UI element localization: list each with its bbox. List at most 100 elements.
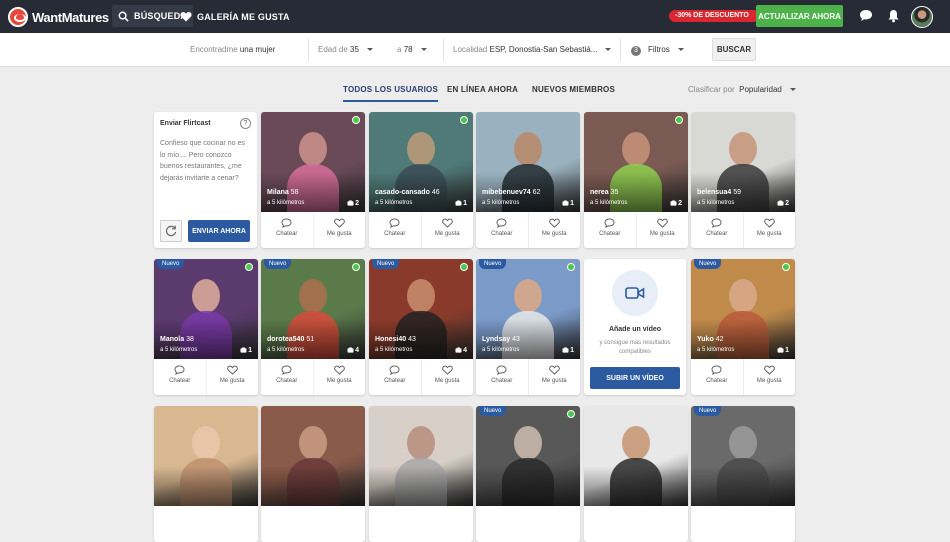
like-button[interactable]: Me gusta <box>205 359 259 395</box>
like-button[interactable]: Me gusta <box>742 359 796 395</box>
video-icon-circle <box>612 270 658 316</box>
profile-card[interactable]: Nuevo Yuko 42 a 5 kilómetros 1 Chatear Me gus… <box>691 259 795 395</box>
like-button[interactable]: Me gusta <box>742 212 796 248</box>
profile-photo[interactable] <box>369 259 473 359</box>
chat-bubble-icon <box>281 365 292 375</box>
heart-outline-icon <box>548 365 560 375</box>
card-actions: Chatear Me gusta <box>261 359 365 395</box>
chat-button[interactable]: Chatear <box>369 212 421 248</box>
camera-icon <box>670 200 677 206</box>
profile-card[interactable] <box>369 406 473 542</box>
video-card-title: Añade un vídeo <box>608 326 662 333</box>
profile-photo[interactable] <box>691 259 795 359</box>
profile-card[interactable]: Nuevo Honesi40 43 a 5 kilómetros 4 Chatear Me… <box>369 259 473 395</box>
camera-icon <box>777 200 784 206</box>
chat-bubble-icon <box>604 218 615 228</box>
profile-card[interactable]: Milana 58 a 5 kilómetros 2 Chatear Me gusta <box>261 112 365 248</box>
chat-button[interactable]: Chatear <box>476 359 528 395</box>
profile-card[interactable]: mibebenuev74 62 a 5 kilómetros 1 Chatear Me … <box>476 112 580 248</box>
like-button[interactable]: Me gusta <box>420 212 474 248</box>
profile-photo[interactable] <box>154 259 258 359</box>
site-logo[interactable]: WantMatures <box>8 7 109 27</box>
chat-button[interactable]: Chatear <box>691 359 743 395</box>
chat-button[interactable]: Chatear <box>584 212 636 248</box>
camera-icon <box>455 347 462 353</box>
chat-button[interactable]: Chatear <box>691 212 743 248</box>
like-button[interactable]: Me gusta <box>635 212 689 248</box>
user-avatar[interactable] <box>911 6 933 28</box>
profile-name: dorotea540 51 <box>267 336 315 343</box>
bell-icon[interactable] <box>887 9 900 23</box>
nav-gallery[interactable]: GALERÍA ME GUSTA <box>180 0 290 33</box>
search-button[interactable]: BUSCAR <box>712 38 756 61</box>
profile-photo[interactable] <box>691 112 795 212</box>
profile-card[interactable]: Nuevo dorotea540 51 a 5 kilómetros 4 Chatear… <box>261 259 365 395</box>
upload-video-button[interactable]: SUBIR UN VÍDEO <box>590 367 680 389</box>
profile-photo[interactable] <box>691 406 795 506</box>
profile-card[interactable]: belensua4 59 a 5 kilómetros 2 Chatear Me gus… <box>691 112 795 248</box>
looking-for-label: Encontradme <box>190 45 238 54</box>
chat-button[interactable]: Chatear <box>369 359 421 395</box>
tab-online-now[interactable]: EN LÍNEA AHORA <box>447 85 518 94</box>
like-button[interactable]: Me gusta <box>527 212 581 248</box>
looking-for-filter[interactable]: Encontradme una mujer <box>190 45 275 54</box>
like-button[interactable]: Me gusta <box>527 359 581 395</box>
tab-all-users[interactable]: TODOS LOS USUARIOS <box>343 85 439 102</box>
more-filters[interactable]: 3 Filtros <box>631 45 684 56</box>
refresh-button[interactable] <box>160 220 182 242</box>
profile-card[interactable]: Nuevo <box>691 406 795 542</box>
photo-subject-body <box>610 458 662 506</box>
profile-photo[interactable] <box>261 112 365 212</box>
profile-card[interactable]: nerea 35 a 5 kilómetros 2 Chatear Me gusta <box>584 112 688 248</box>
chat-button[interactable]: Chatear <box>261 212 313 248</box>
chat-button[interactable]: Chatear <box>476 212 528 248</box>
photo-count: 1 <box>455 200 467 207</box>
chat-button[interactable]: Chatear <box>261 359 313 395</box>
photo-subject-face <box>514 426 542 460</box>
divider <box>443 39 444 61</box>
profile-card[interactable]: Nuevo Lyndsay 43 a 5 kilómetros 1 Chatear Me … <box>476 259 580 395</box>
profile-name: mibebenuev74 62 <box>482 189 541 196</box>
photo-subject-face <box>407 279 435 313</box>
location-filter[interactable]: Localidad ESP, Donostia-San Sebastiá... <box>453 45 612 54</box>
location-label: Localidad <box>453 45 488 54</box>
send-flirtcast-button[interactable]: ENVIAR AHORA <box>188 220 250 242</box>
profile-photo[interactable] <box>476 112 580 212</box>
profile-card[interactable] <box>584 406 688 542</box>
tab-new-members[interactable]: NUEVOS MIEMBROS <box>532 85 615 94</box>
profile-photo[interactable] <box>154 406 258 506</box>
photo-subject-face <box>729 132 757 166</box>
profile-photo[interactable] <box>261 406 365 506</box>
nav-gallery-label: GALERÍA ME GUSTA <box>197 11 290 22</box>
help-icon[interactable]: ? <box>240 118 251 129</box>
sort-dropdown[interactable]: Clasificar por Popularidad <box>688 85 796 94</box>
looking-for-value: una mujer <box>239 45 276 54</box>
photo-subject-body <box>287 458 339 506</box>
profile-card[interactable] <box>261 406 365 542</box>
like-button[interactable]: Me gusta <box>312 359 366 395</box>
like-label: Me gusta <box>541 378 567 384</box>
profile-photo[interactable] <box>476 259 580 359</box>
profile-photo[interactable] <box>584 406 688 506</box>
profile-card[interactable]: Nuevo Manola 38 a 5 kilómetros 1 Chatear Me g… <box>154 259 258 395</box>
profile-photo[interactable] <box>261 259 365 359</box>
profile-photo[interactable] <box>369 112 473 212</box>
chat-icon[interactable] <box>859 9 873 22</box>
profile-card[interactable]: casado-cansado 46 a 5 kilómetros 1 Chatear M… <box>369 112 473 248</box>
profile-name: belensua4 59 <box>697 189 741 196</box>
like-button[interactable]: Me gusta <box>420 359 474 395</box>
profile-photo[interactable] <box>584 112 688 212</box>
chat-bubble-icon <box>389 365 400 375</box>
like-button[interactable]: Me gusta <box>312 212 366 248</box>
age-from-filter[interactable]: Edad de 35 <box>318 45 373 54</box>
profile-card[interactable]: Nuevo <box>476 406 580 542</box>
top-navigation-bar: WantMatures BÚSQUEDA GALERÍA ME GUSTA -3… <box>0 0 950 33</box>
chat-button[interactable]: Chatear <box>154 359 206 395</box>
age-to-filter[interactable]: a 78 <box>397 45 427 54</box>
discount-badge[interactable]: -30% DE DESCUENTO <box>669 10 761 22</box>
upgrade-button[interactable]: ACTUALIZAR AHORA <box>756 5 843 27</box>
profile-photo[interactable] <box>476 406 580 506</box>
profile-photo[interactable] <box>369 406 473 506</box>
profile-card[interactable] <box>154 406 258 542</box>
flirtcast-message: Confieso que cocinar no es lo mío.... Pe… <box>160 140 245 182</box>
